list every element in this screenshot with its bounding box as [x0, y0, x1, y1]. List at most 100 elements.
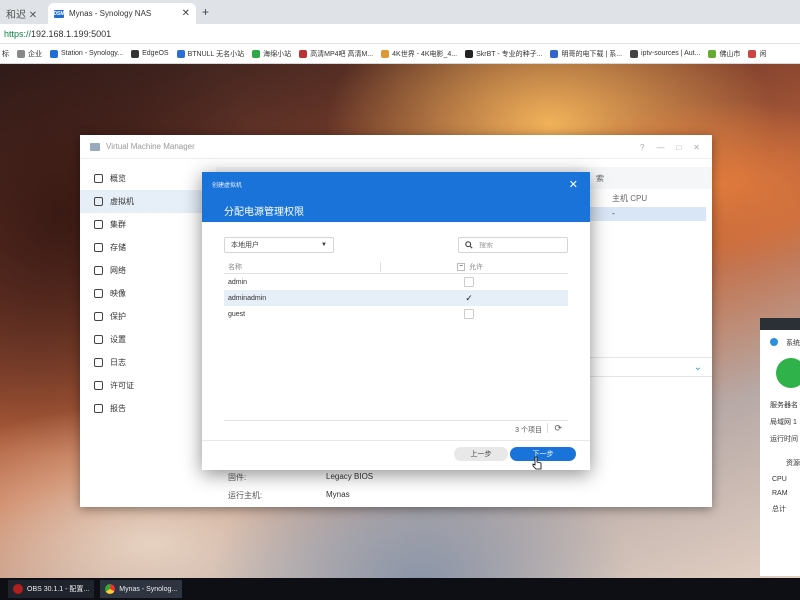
sidebar-item-label: 网络 [110, 266, 126, 275]
previous-tab-label: 和迟 [6, 10, 26, 21]
url-host: 192.168.1.199:5001 [31, 29, 112, 39]
bookmark[interactable]: iptv-sources | Aut... [630, 49, 700, 58]
search-input[interactable] [479, 241, 559, 249]
cpu-label: CPU [772, 476, 787, 483]
minimize-icon[interactable]: — [656, 143, 664, 152]
bookmark-icon [465, 49, 474, 58]
sidebar-item-report[interactable]: 报告 [80, 397, 216, 420]
overview-icon [94, 174, 103, 183]
bookmark[interactable]: 高清MP4吧 高清M... [299, 49, 373, 59]
table-row[interactable]: adminadmin ✓ [224, 290, 568, 306]
help-icon[interactable]: ? [640, 143, 644, 152]
close-tab-icon[interactable]: ✕ [182, 8, 190, 19]
bookmark[interactable]: BTNULL 无名小站 [176, 49, 245, 59]
os-taskbar: OBS 30.1.1 - 配置... Mynas - Synolog... [0, 578, 800, 600]
log-icon [94, 358, 103, 367]
toolbar-search-hint[interactable]: 索 [596, 173, 604, 187]
sidebar-item-overview[interactable]: 概览 [80, 167, 216, 190]
previous-tab[interactable]: 和迟 ✕ [0, 4, 44, 24]
table-row[interactable]: admin [224, 274, 568, 290]
user-type-select[interactable]: 本地用户 ▼ [224, 237, 334, 253]
bookmark[interactable]: 企业 [17, 49, 42, 59]
host-label: 运行主机: [228, 491, 263, 500]
bookmark-icon [131, 49, 140, 58]
bookmark[interactable]: 明哥的电下载 | 系... [550, 49, 622, 59]
sidebar-item-label: 映像 [110, 289, 126, 298]
bookmark-label: Station - Synology... [61, 50, 124, 57]
bookmark[interactable]: Station - Synology... [50, 49, 124, 58]
sidebar-item-label: 报告 [110, 404, 126, 413]
close-window-icon[interactable]: ✕ [693, 143, 700, 152]
storage-icon [94, 243, 103, 252]
ram-label: RAM [772, 490, 788, 497]
next-button[interactable]: 下一步 [510, 447, 576, 461]
bookmark[interactable]: 海绵小站 [252, 49, 291, 59]
table-row[interactable]: guest [224, 306, 568, 322]
sidebar-item-network[interactable]: 网络 [80, 259, 216, 282]
chevron-down-icon[interactable]: ⌄ [694, 362, 702, 373]
bookmark-label: BTNULL 无名小站 [187, 50, 245, 58]
bookmark[interactable]: 标 [2, 49, 9, 59]
network-icon [94, 266, 103, 275]
sidebar-item-log[interactable]: 日志 [80, 351, 216, 374]
column-host-cpu[interactable]: 主机 CPU [612, 193, 647, 207]
taskbar-chrome[interactable]: Mynas - Synolog... [100, 580, 183, 598]
taskbar-obs[interactable]: OBS 30.1.1 - 配置... [8, 580, 95, 598]
url-text[interactable]: https://192.168.1.199:5001 [4, 29, 111, 39]
sidebar-item-protect[interactable]: 保护 [80, 305, 216, 328]
allow-checkbox[interactable] [464, 309, 474, 319]
select-all-checkbox[interactable]: − [457, 262, 465, 271]
url-protocol: https:// [4, 29, 32, 39]
browser-tab[interactable]: DSM Mynas - Synology NAS ✕ [48, 3, 196, 24]
sidebar-item-image[interactable]: 映像 [80, 282, 216, 305]
sidebar-item-settings[interactable]: 设置 [80, 328, 216, 351]
sidebar-item-vm[interactable]: 虚拟机 [80, 190, 216, 213]
bookmark[interactable]: 4K世界 - 4K电影_4... [381, 49, 457, 59]
window-controls: ? — □ ✕ [640, 143, 700, 152]
obs-icon [13, 584, 23, 594]
bookmark[interactable]: EdgeOS [131, 49, 169, 58]
new-tab-icon[interactable]: + [202, 5, 209, 19]
previous-button[interactable]: 上一步 [454, 447, 508, 461]
maximize-icon[interactable]: □ [676, 143, 681, 152]
bookmark-label: SkrBT - 专业的种子... [476, 50, 543, 58]
wizard-subtitle: 创建虚拟机 [212, 183, 243, 189]
column-divider [380, 262, 381, 272]
vm-icon [94, 197, 103, 206]
user-search[interactable] [458, 237, 568, 253]
bookmark-icon [630, 49, 639, 58]
bookmark[interactable]: SkrBT - 专业的种子... [465, 49, 542, 59]
refresh-icon[interactable]: ⟳ [554, 423, 562, 434]
bookmark-icon [748, 49, 757, 58]
search-icon [465, 241, 473, 249]
sidebar-item-storage[interactable]: 存储 [80, 236, 216, 259]
sidebar-item-label: 保护 [110, 312, 126, 321]
close-icon[interactable]: ✕ [569, 178, 578, 191]
bookmark-icon [252, 49, 261, 58]
column-name[interactable]: 名称 [228, 262, 242, 272]
sidebar-item-license[interactable]: 许可证 [80, 374, 216, 397]
allow-checkbox[interactable] [464, 277, 474, 287]
settings-icon [94, 335, 103, 344]
bookmark[interactable]: 佛山市 [708, 49, 740, 59]
allow-checkbox-checked[interactable]: ✓ [464, 293, 474, 303]
footer-divider [547, 423, 548, 433]
address-bar[interactable]: https://192.168.1.199:5001 [0, 24, 800, 44]
bookmark-icon [708, 49, 717, 58]
bookmark-label: 4K世界 - 4K电影_4... [392, 50, 458, 58]
bookmark[interactable]: 闲 [748, 49, 766, 59]
taskbar-chrome-label: Mynas - Synolog... [119, 585, 178, 593]
caret-down-icon: ▼ [321, 242, 327, 248]
bookmark-label: EdgeOS [142, 50, 169, 57]
bookmark-icon [299, 49, 308, 58]
bookmark-icon [550, 49, 559, 58]
table-header: 名称 − 允许 [224, 260, 568, 274]
widget-topbar [760, 318, 800, 330]
user-type-value: 本地用户 [231, 242, 259, 249]
item-count: 3 个项目 [515, 427, 542, 434]
column-allow[interactable]: − 允许 [457, 262, 483, 272]
sidebar-item-cluster[interactable]: 集群 [80, 213, 216, 236]
firmware-value: Legacy BIOS [326, 472, 374, 481]
bookmark-label: 闲 [759, 50, 767, 58]
bookmark-label: 企业 [28, 50, 42, 58]
